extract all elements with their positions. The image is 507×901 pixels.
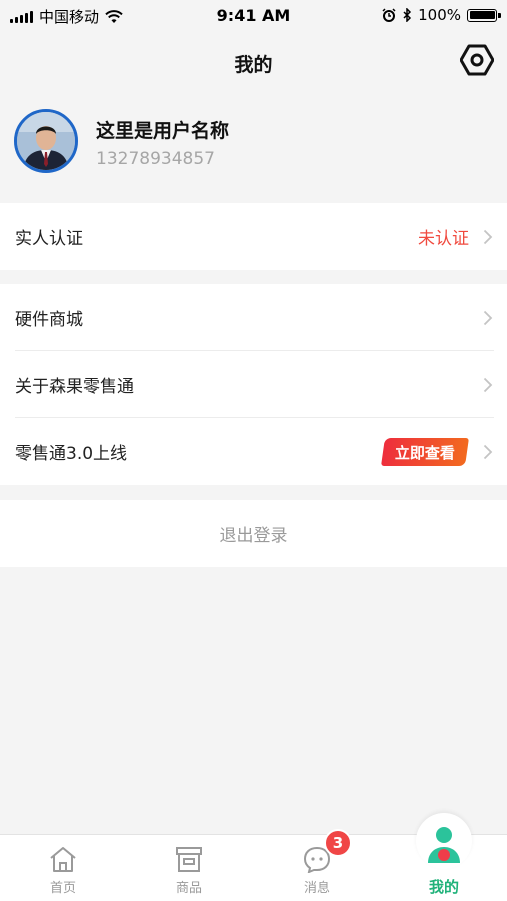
user-icon [428, 827, 460, 863]
settings-button[interactable] [459, 42, 495, 78]
box-icon [176, 847, 202, 872]
tab-label: 消息 [303, 881, 330, 896]
settings-icon [460, 44, 494, 76]
user-phone: 13278934857 [96, 149, 215, 169]
chevron-right-icon [483, 310, 493, 326]
chevron-right-icon [483, 444, 493, 460]
alarm-icon [382, 8, 396, 22]
tab-products[interactable]: 商品 [126, 835, 252, 901]
tab-messages[interactable]: 3 消息 [254, 829, 380, 901]
menu-card: 硬件商城 关于森果零售通 零售通3.0上线 立即查看 [0, 284, 507, 485]
status-bar: 中国移动 9:41 AM 100% [0, 0, 507, 32]
view-now-badge[interactable]: 立即查看 [381, 438, 469, 466]
avatar[interactable] [14, 109, 78, 173]
menu-item-label: 硬件商城 [15, 310, 83, 330]
view-now-label: 立即查看 [394, 443, 455, 462]
verification-label: 实人认证 [15, 229, 83, 249]
navbar: 我的 [0, 32, 507, 92]
avatar-image [17, 112, 75, 170]
logout-label: 退出登录 [219, 526, 288, 546]
bluetooth-icon [403, 8, 412, 22]
logout-button[interactable]: 退出登录 [0, 500, 507, 567]
tab-label: 我的 [428, 878, 459, 896]
user-name: 这里是用户名称 [96, 120, 230, 142]
battery-percent: 100% [418, 6, 461, 24]
chevron-right-icon [483, 377, 493, 393]
tab-label: 商品 [175, 881, 202, 896]
page-title: 我的 [234, 54, 273, 76]
unread-badge: 3 [324, 829, 352, 857]
menu-item-label: 零售通3.0上线 [15, 444, 128, 464]
verification-status: 未认证 [418, 229, 469, 249]
chevron-right-icon [483, 229, 493, 245]
menu-item-hardware-store[interactable]: 硬件商城 [0, 284, 507, 351]
tab-home[interactable]: 首页 [0, 835, 126, 901]
menu-item-about[interactable]: 关于森果零售通 [0, 351, 507, 418]
verification-row[interactable]: 实人认证 未认证 [0, 203, 507, 270]
battery-icon [467, 8, 501, 22]
home-icon [50, 847, 76, 872]
menu-item-release[interactable]: 零售通3.0上线 立即查看 [0, 418, 507, 485]
tab-label: 首页 [49, 881, 76, 896]
status-right: 100% [382, 6, 501, 24]
tab-mine[interactable]: 我的 [381, 813, 507, 901]
verification-card: 实人认证 未认证 [0, 203, 507, 270]
profile-section[interactable]: 这里是用户名称 13278934857 [0, 92, 507, 202]
menu-item-label: 关于森果零售通 [15, 377, 134, 397]
tab-bar: 首页 商品 3 消息 我的 [0, 813, 507, 901]
